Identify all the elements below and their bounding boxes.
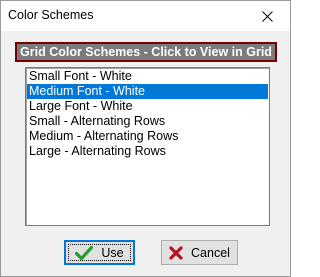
- title-bar[interactable]: Color Schemes: [1, 1, 290, 31]
- close-icon: [261, 10, 273, 22]
- close-button[interactable]: [244, 1, 290, 31]
- grid-color-schemes-header: Grid Color Schemes - Click to View in Gr…: [15, 42, 277, 62]
- cancel-button[interactable]: Cancel: [161, 240, 238, 265]
- header-text: Grid Color Schemes - Click to View in Gr…: [20, 45, 272, 59]
- list-item-small-font-white[interactable]: Small Font - White: [27, 69, 268, 84]
- cancel-button-label: Cancel: [191, 245, 230, 260]
- use-button[interactable]: Use: [64, 240, 135, 265]
- list-item-medium-font-white[interactable]: Medium Font - White: [27, 84, 268, 99]
- window-title: Color Schemes: [8, 8, 94, 22]
- list-item-large-alternating-rows[interactable]: Large - Alternating Rows: [27, 144, 268, 159]
- red-x-icon: [169, 245, 183, 260]
- list-item-small-alternating-rows[interactable]: Small - Alternating Rows: [27, 114, 268, 129]
- color-schemes-dialog: Color Schemes Grid Color Schemes - Click…: [0, 0, 291, 277]
- focus-ring: [68, 244, 131, 261]
- list-item-large-font-white[interactable]: Large Font - White: [27, 99, 268, 114]
- list-item-medium-alternating-rows[interactable]: Medium - Alternating Rows: [27, 129, 268, 144]
- color-scheme-listbox[interactable]: Small Font - White Medium Font - White L…: [25, 67, 270, 226]
